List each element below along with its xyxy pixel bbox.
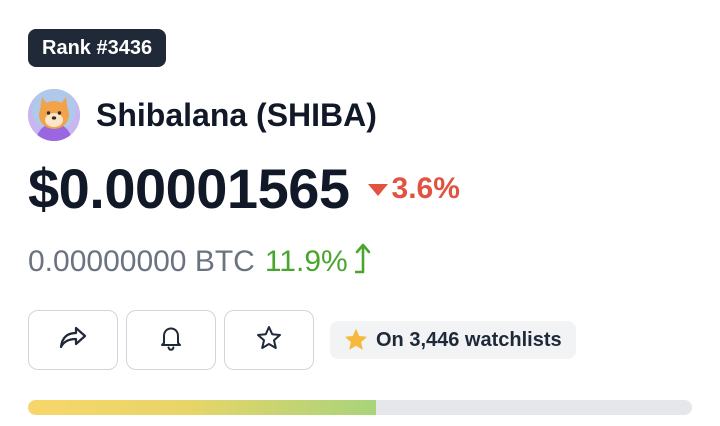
star-filled-icon	[344, 328, 368, 352]
share-button[interactable]	[28, 310, 118, 370]
price-row: $0.00001565 3.6%	[28, 156, 460, 222]
price-alert-button[interactable]	[126, 310, 216, 370]
coin-title-row: Shibalana (SHIBA)	[28, 89, 377, 141]
star-outline-icon	[255, 324, 283, 357]
shiba-dog-logo-icon	[28, 89, 80, 141]
btc-row: 0.00000000 BTC 11.9%	[28, 242, 373, 282]
add-to-watchlist-button[interactable]	[224, 310, 314, 370]
bell-icon	[159, 325, 183, 356]
btc-change-value: 11.9%	[264, 245, 348, 278]
progress-bar	[28, 400, 692, 415]
price-change: 3.6%	[367, 172, 460, 206]
coin-name: Shibalana (SHIBA)	[96, 97, 377, 133]
progress-bar-fill	[28, 400, 376, 415]
arrow-up-icon	[351, 242, 373, 282]
rank-badge: Rank #3436	[28, 29, 167, 67]
action-bar: On 3,446 watchlists	[28, 310, 576, 370]
watchlist-count-badge: On 3,446 watchlists	[330, 321, 576, 359]
btc-price: 0.00000000 BTC	[28, 245, 255, 278]
btc-change: 11.9%	[265, 242, 373, 282]
price-usd: $0.00001565	[28, 157, 350, 220]
watchlist-count-label: On 3,446 watchlists	[376, 328, 562, 351]
price-change-value: 3.6%	[391, 172, 460, 205]
triangle-down-icon	[367, 184, 388, 196]
share-icon	[58, 325, 88, 356]
